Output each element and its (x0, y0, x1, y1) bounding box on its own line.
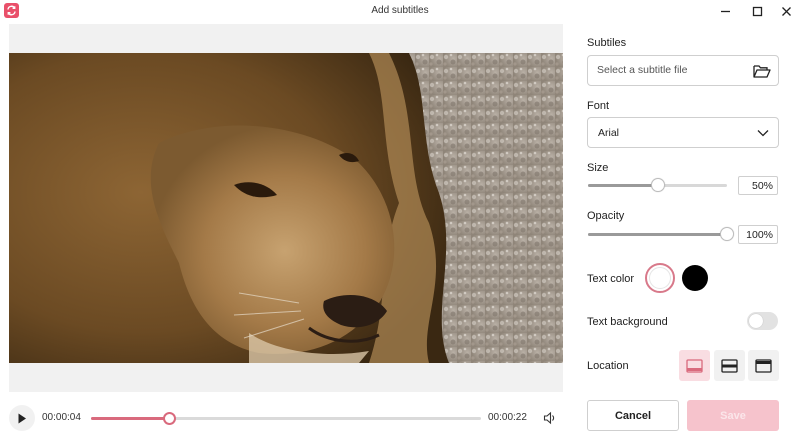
save-button[interactable]: Save (687, 400, 779, 431)
opacity-label: Opacity (587, 210, 625, 222)
text-background-toggle[interactable] (747, 312, 778, 330)
size-value-field[interactable]: 50% (738, 176, 778, 195)
video-frame (9, 53, 563, 363)
browse-button[interactable] (752, 62, 772, 80)
font-select[interactable]: Arial (587, 117, 779, 148)
opacity-slider-handle[interactable] (720, 227, 734, 241)
location-top-button[interactable] (748, 350, 779, 381)
play-icon (18, 413, 26, 423)
opacity-value-field[interactable]: 100% (738, 225, 778, 244)
size-slider-fill (588, 184, 658, 187)
font-selected-value: Arial (598, 127, 620, 139)
seek-handle[interactable] (163, 412, 176, 425)
opacity-slider[interactable] (588, 227, 734, 241)
volume-icon (543, 411, 555, 425)
play-button[interactable] (9, 405, 35, 431)
subtitle-settings-panel: Subtiles Font Arial Size 50% Opacity 100… (587, 0, 780, 441)
location-top-icon (755, 358, 772, 373)
volume-button[interactable] (542, 410, 558, 426)
subtitle-file-field[interactable] (587, 55, 779, 86)
cancel-button[interactable]: Cancel (587, 400, 679, 431)
video-preview (9, 24, 563, 392)
text-background-label: Text background (587, 316, 668, 328)
location-bottom-button[interactable] (679, 350, 710, 381)
white-swatch-fill (649, 267, 671, 289)
size-label: Size (587, 162, 609, 174)
toggle-knob (749, 314, 763, 328)
location-middle-button[interactable] (714, 350, 745, 381)
current-time: 00:00:04 (42, 412, 81, 423)
subtitles-label: Subtiles (587, 37, 627, 49)
location-middle-icon (721, 358, 738, 373)
location-label: Location (587, 360, 629, 372)
seek-progress (91, 417, 169, 420)
text-color-white-swatch[interactable] (645, 263, 675, 293)
location-bottom-icon (686, 358, 703, 373)
subtitle-file-input[interactable] (597, 64, 747, 76)
font-label: Font (587, 100, 610, 112)
close-icon (781, 6, 791, 16)
text-color-label: Text color (587, 273, 635, 285)
text-color-black-swatch[interactable] (682, 265, 708, 291)
chevron-down-icon (757, 127, 769, 139)
folder-open-icon (753, 64, 771, 78)
seek-bar[interactable] (91, 412, 481, 425)
video-image (9, 53, 563, 363)
total-time: 00:00:22 (488, 412, 527, 423)
opacity-slider-fill (588, 233, 727, 236)
size-slider[interactable] (588, 178, 727, 192)
size-slider-handle[interactable] (650, 178, 665, 192)
player-controls: 00:00:04 00:00:22 (9, 404, 563, 432)
